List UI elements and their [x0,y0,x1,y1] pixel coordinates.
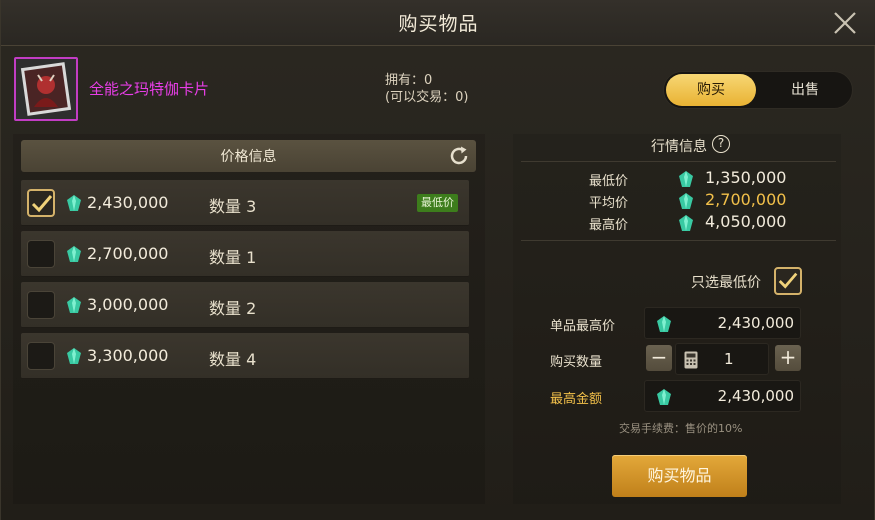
quantity-increase-button[interactable]: + [775,345,801,371]
gem-icon [657,316,671,332]
trade-fee-note: 交易手续费：售价的10% [619,422,743,435]
price-row[interactable]: 3,000,000 数量 2 [21,282,469,328]
item-card-icon [14,57,78,121]
gem-icon [657,389,671,405]
row-checkbox[interactable] [27,189,55,217]
row-price: 2,700,000 [87,244,169,263]
only-lowest-checkbox[interactable] [774,267,802,295]
purchase-dialog: 购买物品 全能之玛特伽卡片 拥有：0 (可以交易：0) 购买 出售 价格信息 2… [0,0,875,520]
unit-max-price-value: 2,430,000 [717,314,794,332]
only-lowest-label: 只选最低价 [691,275,761,291]
row-checkbox[interactable] [27,291,55,319]
owned-info: 拥有：0 (可以交易：0) [385,72,468,106]
price-list-title: 价格信息 [220,149,277,165]
gem-icon [67,246,81,262]
window-title: 购买物品 [398,13,479,35]
quantity-input[interactable]: 1 [675,343,769,375]
row-quantity: 数量 4 [209,350,257,369]
price-list-header: 价格信息 [21,140,476,172]
quantity-label: 购买数量 [550,355,603,370]
market-average-value: 2,700,000 [705,190,787,209]
owned-count: 拥有：0 [385,73,433,88]
unit-max-price-label: 单品最高价 [550,319,616,334]
tab-sell[interactable]: 出售 [760,74,850,106]
gem-icon [67,348,81,364]
checkmark-icon [778,272,798,289]
refresh-icon[interactable] [448,145,470,167]
price-row[interactable]: 2,700,000 数量 1 [21,231,469,277]
help-icon[interactable]: ? [712,135,730,153]
row-price: 2,430,000 [87,193,169,212]
item-name: 全能之玛特伽卡片 [89,80,210,98]
quantity-decrease-button[interactable]: − [646,345,672,371]
max-total-label: 最高金额 [550,392,603,407]
buy-sell-toggle: 购买 出售 [663,71,853,109]
purchase-button[interactable]: 购买物品 [612,455,747,497]
market-lowest-value: 1,350,000 [705,168,787,187]
gem-icon [679,215,693,231]
row-quantity: 数量 2 [209,299,257,318]
max-total-field: 2,430,000 [644,380,801,412]
price-row[interactable]: 3,300,000 数量 4 [21,333,469,379]
gem-icon [679,171,693,187]
market-info-title: 行情信息 [651,139,707,155]
market-average-label: 平均价 [589,196,629,211]
title-bar: 购买物品 [1,0,875,46]
row-quantity: 数量 3 [209,197,257,216]
divider [521,240,836,241]
row-quantity: 数量 1 [209,248,257,267]
divider [521,161,836,162]
checkmark-icon [31,195,53,213]
lowest-price-badge: 最低价 [417,194,458,212]
row-checkbox[interactable] [27,240,55,268]
market-lowest-label: 最低价 [589,174,629,189]
market-average-row: 平均价 2,700,000 [561,190,821,212]
market-lowest-row: 最低价 1,350,000 [561,168,821,190]
row-price: 3,000,000 [87,295,169,314]
unit-max-price-field[interactable]: 2,430,000 [644,307,801,339]
market-highest-value: 4,050,000 [705,212,787,231]
market-highest-label: 最高价 [589,218,629,233]
max-total-value: 2,430,000 [717,387,794,405]
calculator-icon[interactable] [684,351,698,369]
close-icon[interactable] [830,8,860,38]
gem-icon [67,195,81,211]
tradable-count: (可以交易：0) [385,90,469,105]
market-highest-row: 最高价 4,050,000 [561,212,821,234]
row-checkbox[interactable] [27,342,55,370]
gem-icon [67,297,81,313]
quantity-value: 1 [724,350,734,368]
gem-icon [679,193,693,209]
row-price: 3,300,000 [87,346,169,365]
tab-buy[interactable]: 购买 [666,74,756,106]
price-row[interactable]: 2,430,000 数量 3 最低价 [21,180,469,226]
